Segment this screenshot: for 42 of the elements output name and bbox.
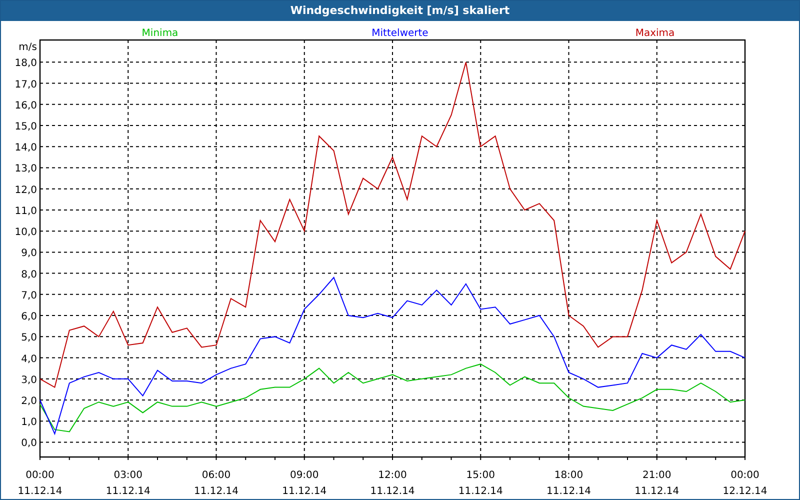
legend-label: Minima <box>142 28 178 39</box>
y-tick-label: 3,0 <box>21 374 37 386</box>
x-tick-date: 11.12.14 <box>370 486 415 497</box>
x-tick-label: 09:00 <box>290 470 319 481</box>
y-tick-label: 11,0 <box>14 206 37 217</box>
x-tick-date: 11.12.14 <box>194 486 239 497</box>
y-tick-label: 8,0 <box>21 269 37 280</box>
y-tick-label: 4,0 <box>21 354 37 365</box>
y-tick-label: 9,0 <box>21 248 37 260</box>
x-tick-label: 00:00 <box>26 470 54 481</box>
x-tick-label: 12:00 <box>378 470 407 481</box>
y-tick-label: 14,0 <box>14 142 37 154</box>
x-tick-label: 18:00 <box>554 470 584 481</box>
x-tick-date: 11.12.14 <box>106 486 150 497</box>
legend-label: Maxima <box>635 28 675 39</box>
y-tick-label: 17,0 <box>14 79 37 90</box>
y-tick-label: 1,0 <box>21 417 37 428</box>
y-tick-label: 0,0 <box>21 438 37 450</box>
x-tick-date: 11.12.14 <box>634 486 680 497</box>
x-tick-label: 06:00 <box>202 470 231 481</box>
y-tick-label: 5,0 <box>21 332 37 344</box>
y-tick-label: 6,0 <box>21 312 37 323</box>
x-tick-label: 21:00 <box>642 470 672 481</box>
y-tick-label: 18,0 <box>14 58 37 70</box>
y-tick-label: 16,0 <box>14 100 37 112</box>
window-title: Windgeschwindigkeit [m/s] skaliert <box>1 1 799 21</box>
y-tick-label: 2,0 <box>21 396 37 407</box>
x-tick-date: 11.12.14 <box>458 486 503 497</box>
x-tick-date: 12.12.14 <box>722 486 768 497</box>
x-tick-label: 03:00 <box>114 470 143 481</box>
x-tick-date: 11.12.14 <box>546 486 592 497</box>
x-tick-date: 11.12.14 <box>18 486 62 497</box>
y-tick-label: 10,0 <box>14 227 37 238</box>
y-tick-label: 7,0 <box>21 290 37 302</box>
x-tick-label: 00:00 <box>730 470 760 481</box>
y-tick-label: 15,0 <box>14 122 37 132</box>
axis-label: m/s <box>18 42 37 53</box>
y-tick-label: 12,0 <box>14 184 37 196</box>
x-tick-date: 11.12.14 <box>282 486 327 497</box>
legend-label: Mittelwerte <box>372 28 428 39</box>
x-tick-label: 15:00 <box>466 470 496 481</box>
y-tick-label: 13,0 <box>14 164 37 175</box>
